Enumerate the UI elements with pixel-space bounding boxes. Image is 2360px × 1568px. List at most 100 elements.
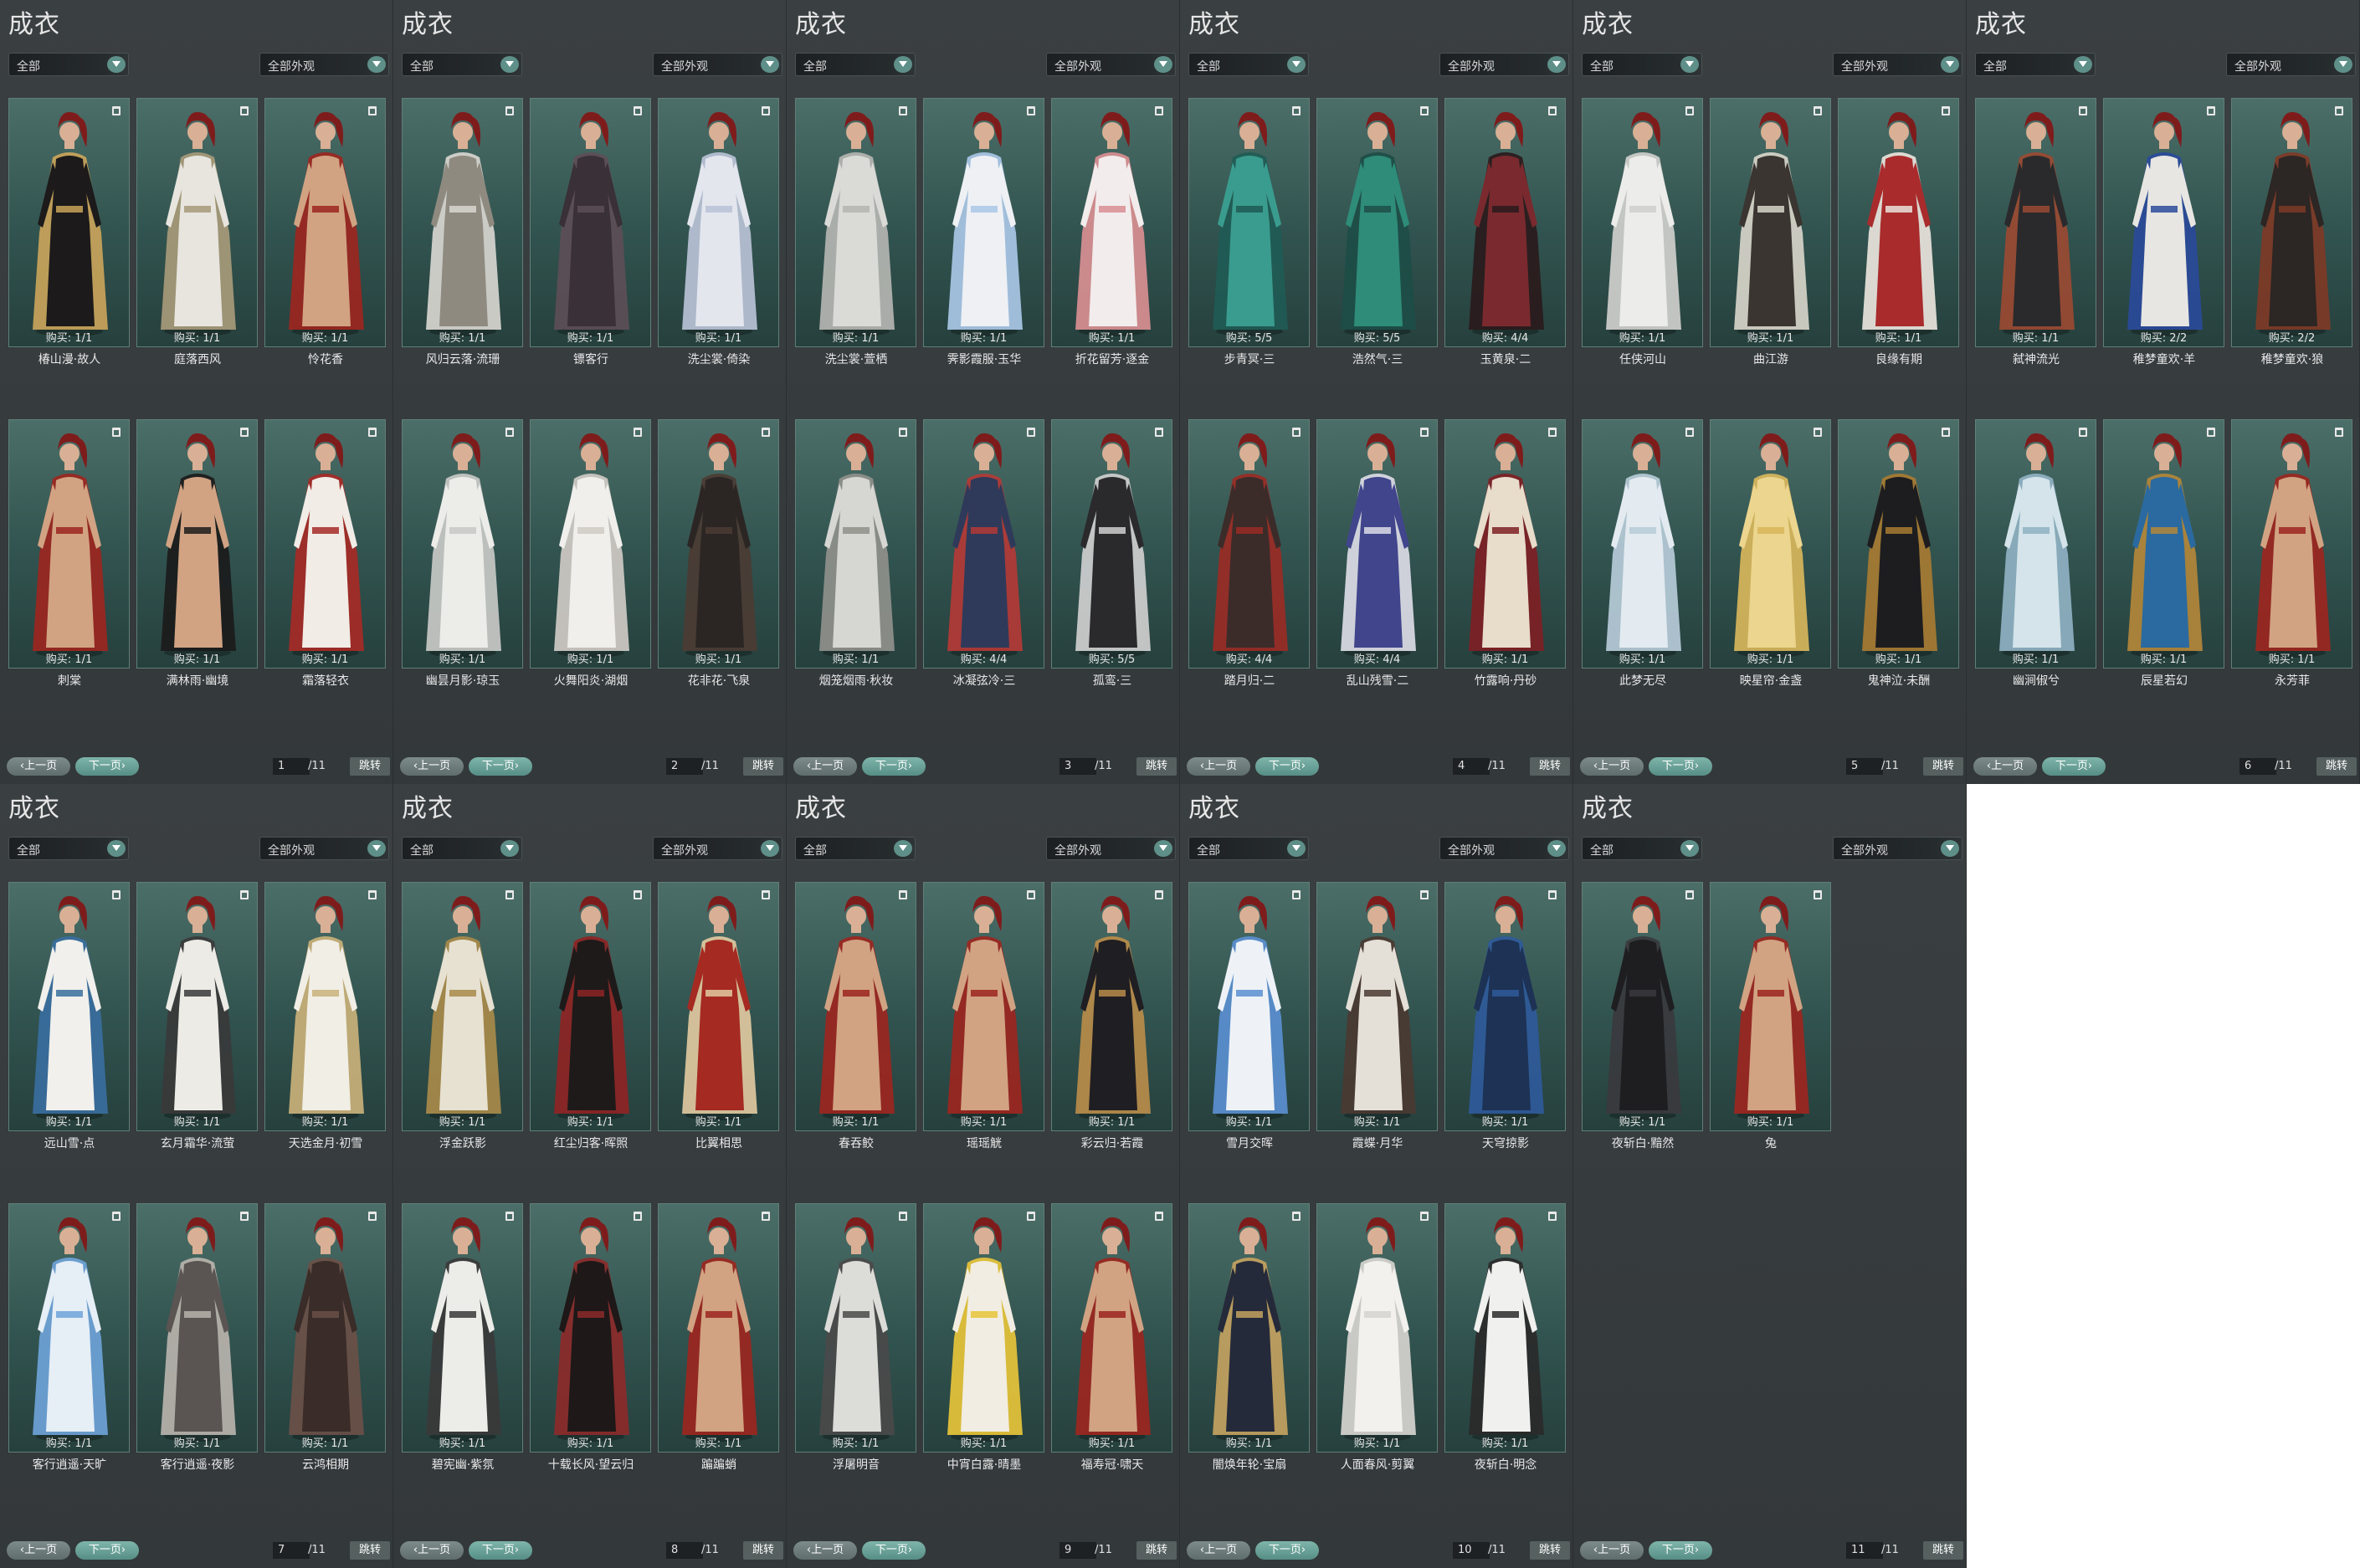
trash-icon[interactable] [1155, 428, 1163, 437]
page-number-input[interactable]: 7 [273, 1542, 310, 1559]
outfit-card[interactable]: 购买: 1/1 [264, 419, 386, 669]
trash-icon[interactable] [899, 890, 907, 899]
chevron-down-icon[interactable] [107, 56, 126, 73]
outfit-card[interactable]: 购买: 5/5 [1316, 98, 1438, 347]
outfit-card[interactable]: 购买: 1/1 [530, 882, 651, 1131]
next-page-button[interactable]: 下一页› [862, 757, 926, 776]
outfit-card[interactable]: 购买: 1/1 [1975, 419, 2096, 669]
jump-button[interactable]: 跳转 [1923, 757, 1963, 776]
outfit-card[interactable]: 购买: 1/1 [1710, 98, 1831, 347]
outfit-card[interactable]: 购买: 1/1 [1444, 882, 1566, 1131]
outfit-card[interactable]: 购买: 1/1 [136, 882, 258, 1131]
outfit-card[interactable]: 购买: 1/1 [923, 882, 1044, 1131]
trash-icon[interactable] [240, 106, 249, 115]
outfit-card[interactable]: 购买: 1/1 [1444, 1203, 1566, 1453]
outfit-card[interactable]: 购买: 1/1 [402, 98, 523, 347]
trash-icon[interactable] [1292, 890, 1301, 899]
outfit-card[interactable]: 购买: 4/4 [923, 419, 1044, 669]
trash-icon[interactable] [368, 428, 377, 437]
jump-button[interactable]: 跳转 [350, 1541, 390, 1560]
category-dropdown[interactable]: 全部 [795, 837, 916, 860]
trash-icon[interactable] [899, 106, 907, 115]
chevron-down-icon[interactable] [500, 56, 519, 73]
outfit-card[interactable]: 购买: 1/1 [795, 419, 916, 669]
outfit-card[interactable]: 购买: 2/2 [2103, 98, 2224, 347]
prev-page-button[interactable]: ‹上一页 [1187, 757, 1250, 776]
jump-button[interactable]: 跳转 [1530, 757, 1570, 776]
category-dropdown[interactable]: 全部 [1975, 53, 2096, 76]
prev-page-button[interactable]: ‹上一页 [1580, 757, 1644, 776]
outfit-card[interactable]: 购买: 1/1 [1710, 882, 1831, 1131]
jump-button[interactable]: 跳转 [743, 1541, 783, 1560]
appearance-filter-dropdown[interactable]: 全部外观 [1833, 837, 1962, 860]
trash-icon[interactable] [240, 890, 249, 899]
trash-icon[interactable] [762, 106, 770, 115]
chevron-down-icon[interactable] [1287, 56, 1306, 73]
outfit-card[interactable]: 购买: 1/1 [1188, 1203, 1310, 1453]
jump-button[interactable]: 跳转 [1136, 757, 1177, 776]
outfit-card[interactable]: 购买: 1/1 [1582, 882, 1703, 1131]
trash-icon[interactable] [1027, 428, 1035, 437]
outfit-card[interactable]: 购买: 1/1 [923, 1203, 1044, 1453]
appearance-filter-dropdown[interactable]: 全部外观 [2226, 53, 2356, 76]
page-number-input[interactable]: 4 [1453, 758, 1490, 775]
trash-icon[interactable] [1420, 1212, 1429, 1221]
outfit-card[interactable]: 购买: 1/1 [264, 882, 386, 1131]
jump-button[interactable]: 跳转 [2316, 757, 2357, 776]
trash-icon[interactable] [1155, 106, 1163, 115]
trash-icon[interactable] [1685, 106, 1694, 115]
chevron-down-icon[interactable] [367, 840, 386, 857]
trash-icon[interactable] [1548, 890, 1557, 899]
chevron-down-icon[interactable] [1154, 840, 1172, 857]
trash-icon[interactable] [634, 890, 642, 899]
outfit-card[interactable]: 购买: 1/1 [402, 419, 523, 669]
trash-icon[interactable] [2207, 428, 2215, 437]
trash-icon[interactable] [368, 1212, 377, 1221]
jump-button[interactable]: 跳转 [1923, 1541, 1963, 1560]
outfit-card[interactable]: 购买: 1/1 [1838, 419, 1959, 669]
trash-icon[interactable] [112, 428, 121, 437]
page-number-input[interactable]: 1 [273, 758, 310, 775]
next-page-button[interactable]: 下一页› [862, 1541, 926, 1560]
next-page-button[interactable]: 下一页› [469, 757, 532, 776]
chevron-down-icon[interactable] [2334, 56, 2352, 73]
category-dropdown[interactable]: 全部 [795, 53, 916, 76]
prev-page-button[interactable]: ‹上一页 [793, 757, 857, 776]
appearance-filter-dropdown[interactable]: 全部外观 [259, 837, 389, 860]
trash-icon[interactable] [2335, 106, 2343, 115]
appearance-filter-dropdown[interactable]: 全部外观 [653, 837, 782, 860]
outfit-card[interactable]: 购买: 1/1 [530, 1203, 651, 1453]
category-dropdown[interactable]: 全部 [402, 837, 522, 860]
outfit-card[interactable]: 购买: 4/4 [1444, 98, 1566, 347]
page-number-input[interactable]: 2 [666, 758, 703, 775]
jump-button[interactable]: 跳转 [1530, 1541, 1570, 1560]
trash-icon[interactable] [368, 890, 377, 899]
outfit-card[interactable]: 购买: 1/1 [2103, 419, 2224, 669]
outfit-card[interactable]: 购买: 1/1 [923, 98, 1044, 347]
prev-page-button[interactable]: ‹上一页 [400, 1541, 464, 1560]
trash-icon[interactable] [112, 106, 121, 115]
appearance-filter-dropdown[interactable]: 全部外观 [259, 53, 389, 76]
outfit-card[interactable]: 购买: 1/1 [1316, 882, 1438, 1131]
prev-page-button[interactable]: ‹上一页 [7, 757, 70, 776]
outfit-card[interactable]: 购买: 1/1 [8, 419, 130, 669]
prev-page-button[interactable]: ‹上一页 [400, 757, 464, 776]
outfit-card[interactable]: 购买: 1/1 [136, 98, 258, 347]
trash-icon[interactable] [2079, 106, 2087, 115]
category-dropdown[interactable]: 全部 [8, 837, 129, 860]
outfit-card[interactable]: 购买: 1/1 [795, 1203, 916, 1453]
trash-icon[interactable] [634, 1212, 642, 1221]
chevron-down-icon[interactable] [1680, 56, 1699, 73]
trash-icon[interactable] [505, 106, 514, 115]
outfit-card[interactable]: 购买: 1/1 [530, 98, 651, 347]
outfit-card[interactable]: 购买: 1/1 [1316, 1203, 1438, 1453]
appearance-filter-dropdown[interactable]: 全部外观 [1046, 837, 1176, 860]
appearance-filter-dropdown[interactable]: 全部外观 [1439, 837, 1569, 860]
outfit-card[interactable]: 购买: 1/1 [1444, 419, 1566, 669]
appearance-filter-dropdown[interactable]: 全部外观 [1046, 53, 1176, 76]
trash-icon[interactable] [1548, 106, 1557, 115]
next-page-button[interactable]: 下一页› [2042, 757, 2106, 776]
outfit-card[interactable]: 购买: 5/5 [1188, 98, 1310, 347]
outfit-card[interactable]: 购买: 1/1 [1710, 419, 1831, 669]
chevron-down-icon[interactable] [1941, 840, 1959, 857]
